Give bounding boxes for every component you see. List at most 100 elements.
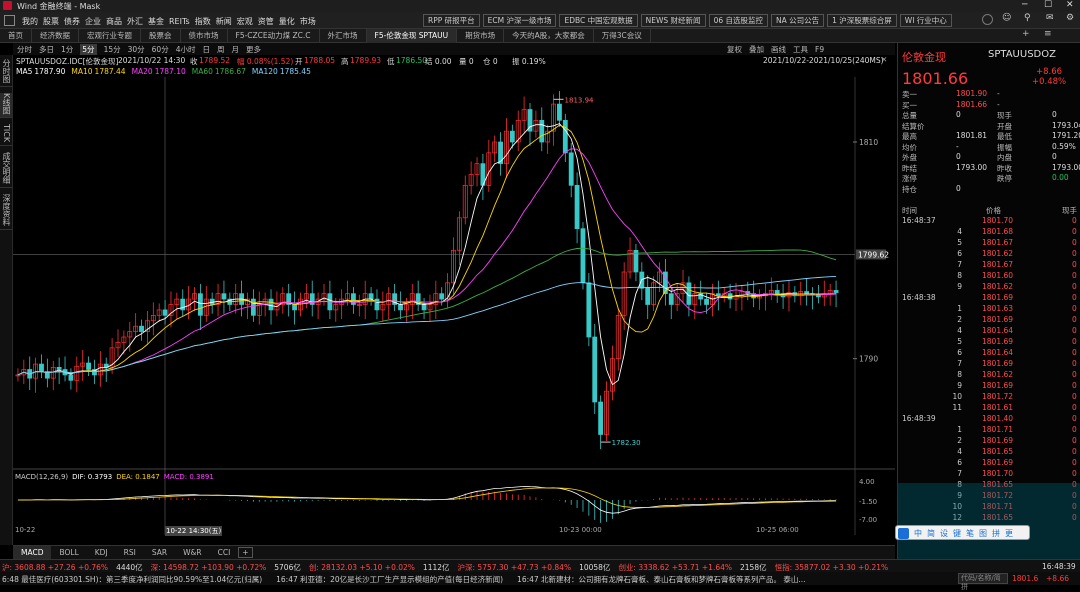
menu-item[interactable]: 量化 [279, 16, 295, 27]
ime-button[interactable]: 键 [953, 529, 961, 538]
document-tab[interactable]: F5-CZCE动力煤 ZC.C [228, 29, 320, 43]
mail-icon[interactable]: ✉ [1046, 13, 1054, 23]
indicator-tab[interactable]: W&R [175, 546, 209, 559]
view-tab[interactable]: 深度资料 [0, 194, 12, 231]
period-button[interactable]: 周 [217, 44, 225, 55]
menu-item[interactable]: 商品 [106, 16, 122, 27]
ime-button[interactable]: 拼 [992, 529, 1000, 538]
period-button[interactable]: 1分 [61, 44, 73, 55]
ime-button[interactable]: 中 [914, 529, 922, 538]
period-button[interactable]: 日 [202, 44, 210, 55]
document-tab[interactable]: 股票会 [141, 29, 181, 43]
quick-button[interactable]: WI 行业中心 [899, 14, 952, 27]
menu-item[interactable]: 企业 [85, 16, 101, 27]
kline-chart[interactable]: 1810 1790 1799.62 1813.94 1782.30 MACD(12,26,… [13, 77, 895, 536]
period-button[interactable]: 5分 [80, 44, 97, 55]
menu-item[interactable]: 我的 [22, 16, 38, 27]
back-icon[interactable] [982, 14, 993, 25]
menu-item[interactable]: REITs [169, 17, 190, 26]
add-tab-icon[interactable]: + [1022, 29, 1030, 39]
document-tab[interactable]: F5-伦敦金现 SPTAUU [366, 29, 458, 43]
view-tab[interactable]: 分时图 [0, 59, 12, 87]
x-tick-label: 10-22 [15, 526, 36, 534]
tick-price: 1801.69 [982, 293, 1014, 302]
macd-dea: DEA: 0.1847 [116, 473, 160, 481]
tick-time: 2 [957, 315, 962, 324]
ime-button[interactable]: 笔 [966, 529, 974, 538]
document-tab[interactable]: 债市市场 [181, 29, 228, 43]
quick-button[interactable]: RPP 研报平台 [423, 14, 480, 27]
document-tab[interactable]: 宏观行业专题 [79, 29, 141, 43]
period-button[interactable]: 60分 [152, 44, 169, 55]
close-icon[interactable]: ✕ [1066, 0, 1074, 10]
period-button[interactable]: 4小时 [176, 44, 196, 55]
view-tab[interactable]: K线图 [0, 93, 12, 119]
quick-button[interactable]: EDBC 中国宏观数据 [559, 14, 638, 27]
period-button[interactable]: 30分 [128, 44, 145, 55]
period-button[interactable]: 月 [231, 44, 239, 55]
quick-button[interactable]: ECM 沪深一级市场 [482, 14, 557, 27]
period-button[interactable]: 更多 [246, 44, 261, 55]
news-item[interactable]: 16:47 利亚德：20亿是长沙工厂生产显示模组的产值(每日经济新闻) [276, 575, 503, 584]
menu-item[interactable]: 新闻 [216, 16, 232, 27]
document-tab[interactable]: 万得3C会议 [594, 29, 651, 43]
quick-button[interactable]: NA 公司公告 [771, 14, 825, 27]
tick-price: 1801.70 [982, 469, 1014, 478]
indicator-tab[interactable]: KDJ [87, 546, 116, 559]
quick-button[interactable]: 1 沪深股票综合屏 [827, 14, 897, 27]
indicator-tab[interactable]: BOLL [51, 546, 86, 559]
menu-item[interactable]: 债券 [64, 16, 80, 27]
quick-button[interactable]: 06 自选股监控 [708, 14, 768, 27]
close-panel-icon[interactable]: ✕ [881, 55, 887, 64]
ime-button[interactable]: 更 [1005, 529, 1013, 538]
home-icon[interactable] [4, 15, 15, 26]
minimize-icon[interactable]: ─ [1022, 0, 1027, 10]
period-button[interactable]: 多日 [39, 44, 54, 55]
menu-item[interactable]: 资管 [258, 16, 274, 27]
settings-icon[interactable]: ⚙ [1066, 13, 1074, 23]
candle-body [162, 309, 168, 316]
document-tab[interactable]: 经济数据 [32, 29, 79, 43]
tick-time: 6 [957, 249, 962, 258]
indicator-tab[interactable]: SAR [144, 546, 175, 559]
menu-item[interactable]: 股票 [43, 16, 59, 27]
tab-menu-icon[interactable]: ≡ [1044, 29, 1052, 39]
indicator-tab[interactable]: RSI [116, 546, 144, 559]
view-tab[interactable]: 成交明细 [0, 152, 12, 189]
tick-price: 1801.70 [982, 216, 1014, 225]
menu-item[interactable]: 基金 [148, 16, 164, 27]
tick-header-qty: 现手 [1062, 206, 1077, 215]
news-item[interactable]: 16:47 北新建材：公司拥有龙牌石膏板、泰山石膏板和梦牌石膏板等系列产品。 泰… [517, 575, 806, 584]
menu-item[interactable]: 宏观 [237, 16, 253, 27]
ime-button[interactable]: 设 [940, 529, 948, 538]
user-icon[interactable]: ☺ [1002, 13, 1011, 23]
search-icon[interactable]: ⚲ [1024, 13, 1031, 23]
menu-item[interactable]: 市场 [300, 16, 316, 27]
maximize-icon[interactable]: ☐ [1044, 0, 1052, 10]
indicator-tab[interactable]: CCI [210, 546, 239, 559]
document-tab[interactable]: 外汇市场 [320, 29, 367, 43]
chart-tool-button[interactable]: 画线 [771, 44, 786, 55]
code-search-input[interactable]: 代码/名称/简拼 [958, 573, 1008, 591]
document-tab[interactable]: 今天的A股，大家都会 [504, 29, 594, 43]
chart-tool-button[interactable]: 工具 [793, 44, 808, 55]
document-tab[interactable]: 期货市场 [457, 29, 505, 43]
add-indicator-icon[interactable]: + [238, 547, 253, 558]
period-button[interactable]: 15分 [104, 44, 121, 55]
news-item[interactable]: 6:48 最佳医疗(603301.SH)：第三季度净利润同比90.59%至1.0… [2, 575, 262, 584]
input-method-toolbar[interactable]: 中简设键笔图拼更 [895, 525, 1030, 540]
menu-item[interactable]: 外汇 [127, 16, 143, 27]
tick-price: 1801.62 [982, 370, 1014, 379]
document-tab[interactable]: 首页 [0, 29, 32, 43]
menu-item[interactable]: 指数 [195, 16, 211, 27]
view-tab[interactable]: TICK [0, 124, 12, 147]
ime-button[interactable]: 图 [979, 529, 987, 538]
chart-tool-button[interactable]: F9 [815, 45, 824, 54]
quick-button[interactable]: NEWS 财经新闻 [640, 14, 706, 27]
ime-button[interactable]: 简 [927, 529, 935, 538]
period-button[interactable]: 分时 [17, 44, 32, 55]
chart-tool-button[interactable]: 叠加 [749, 44, 764, 55]
news-ticker[interactable]: 6:48 最佳医疗(603301.SH)：第三季度净利润同比90.59%至1.0… [2, 574, 820, 585]
chart-tool-button[interactable]: 复权 [727, 44, 742, 55]
indicator-tab[interactable]: MACD [13, 546, 52, 559]
